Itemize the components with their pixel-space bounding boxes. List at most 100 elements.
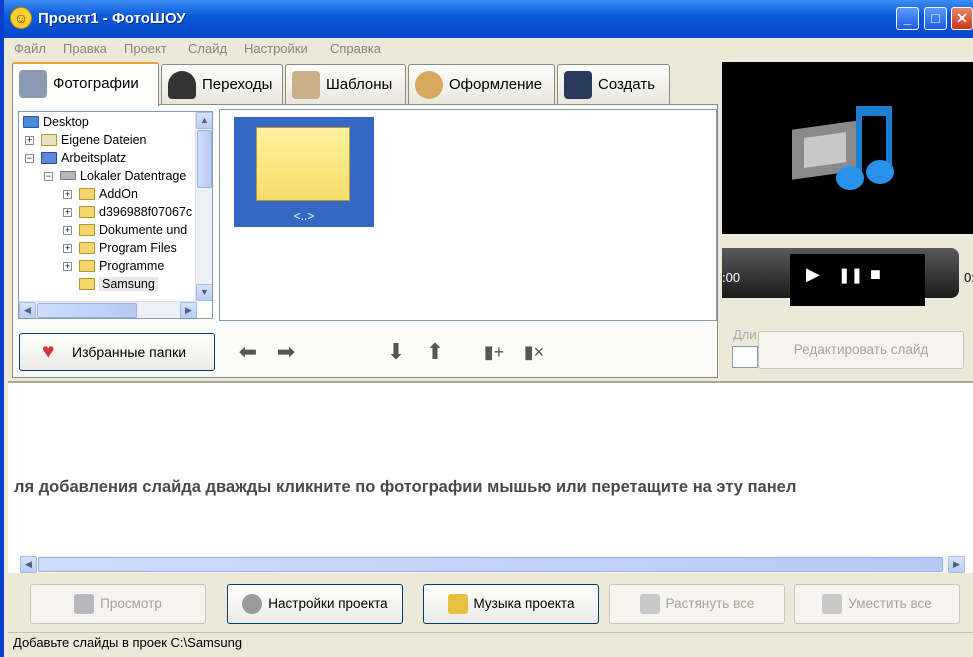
- tree-node-eigene-dateien[interactable]: + Eigene Dateien: [25, 131, 146, 149]
- arrow-left-icon[interactable]: ⬅: [235, 339, 261, 365]
- scroll-thumb[interactable]: [37, 303, 137, 318]
- music-folder-icon: [447, 594, 468, 615]
- fit-all-button[interactable]: Уместить все: [794, 584, 960, 624]
- folder-icon: [256, 127, 350, 201]
- photo-thumbnail-parent-folder[interactable]: <..>: [234, 117, 374, 227]
- folder-icon: [79, 242, 95, 254]
- stretch-all-button[interactable]: Растянуть все: [609, 584, 785, 624]
- preview-label: Просмотр: [100, 596, 162, 611]
- tree-node-label: Desktop: [43, 115, 89, 129]
- minimize-button[interactable]: _: [896, 7, 919, 30]
- photo-browser[interactable]: <..>: [219, 109, 717, 321]
- scroll-thumb[interactable]: [197, 130, 212, 188]
- app-window: ☺ Проект1 - ФотоШОУ _ □ ✕ Файл Правка Пр…: [0, 0, 973, 657]
- tree-node-label: Eigene Dateien: [61, 133, 147, 147]
- preview-button[interactable]: Просмотр: [30, 584, 206, 624]
- folder-icon: [79, 224, 95, 236]
- video-camera-icon: [564, 71, 592, 99]
- tree-node-program-files[interactable]: + Program Files: [63, 239, 177, 257]
- slide-strip[interactable]: ля добавления слайда дважды кликните по …: [8, 381, 973, 573]
- window-title: Проект1 - ФотоШОУ: [38, 10, 186, 27]
- menu-project[interactable]: Проект: [124, 41, 167, 56]
- computer-icon: [41, 152, 57, 164]
- tab-design-label: Оформление: [449, 76, 543, 93]
- tree-node-label: Program Files: [99, 241, 177, 255]
- strip-horizontal-scrollbar[interactable]: ◀ ▶: [20, 556, 965, 573]
- tab-create[interactable]: Создать: [557, 64, 670, 104]
- menu-bar: Файл Правка Проект Слайд Настройки Справ…: [4, 38, 973, 58]
- expand-toggle[interactable]: +: [63, 226, 72, 235]
- book-icon: [292, 71, 320, 99]
- tree-node-label: AddOn: [99, 187, 138, 201]
- collapse-toggle[interactable]: −: [25, 154, 34, 163]
- film-music-icon: [792, 106, 894, 190]
- tab-templates[interactable]: Шаблоны: [285, 64, 406, 104]
- gear-icon: [242, 594, 263, 615]
- scroll-right-button[interactable]: ▶: [948, 556, 965, 573]
- menu-file[interactable]: Файл: [14, 41, 46, 56]
- scroll-down-button[interactable]: ▼: [196, 284, 212, 301]
- arrow-right-icon[interactable]: ➡: [273, 339, 299, 365]
- favorite-folders-button[interactable]: ♥ Избранные папки: [19, 333, 215, 371]
- tree-horizontal-scrollbar[interactable]: ◀ ▶: [19, 301, 197, 318]
- expand-toggle[interactable]: +: [25, 136, 34, 145]
- scroll-left-button[interactable]: ◀: [19, 302, 36, 318]
- title-bar[interactable]: ☺ Проект1 - ФотоШОУ _ □ ✕: [4, 0, 973, 38]
- arrow-down-icon[interactable]: ⬇: [383, 339, 409, 365]
- tree-node-d396[interactable]: + d396988f07067c: [63, 203, 192, 221]
- player-controls: ▶ ❚❚ ■ :00 0:: [722, 248, 973, 306]
- scroll-right-button[interactable]: ▶: [180, 302, 197, 318]
- scroll-up-button[interactable]: ▲: [196, 112, 212, 129]
- tree-node-desktop[interactable]: Desktop: [23, 113, 89, 131]
- menu-slide[interactable]: Слайд: [188, 41, 227, 56]
- expand-toggle[interactable]: +: [63, 262, 72, 271]
- tree-node-addon[interactable]: + AddOn: [63, 185, 138, 203]
- tree-node-programme[interactable]: + Programme: [63, 257, 164, 275]
- close-button[interactable]: ✕: [951, 7, 973, 30]
- maximize-button[interactable]: □: [924, 7, 947, 30]
- expand-toggle[interactable]: +: [63, 244, 72, 253]
- duration-input[interactable]: [732, 346, 758, 368]
- menu-settings[interactable]: Настройки: [244, 41, 308, 56]
- tree-node-local-drive[interactable]: − Lokaler Datentrage: [44, 167, 186, 185]
- fit-icon: [822, 594, 843, 615]
- tree-vertical-scrollbar[interactable]: ▲ ▼: [195, 112, 212, 301]
- tree-node-dokumente[interactable]: + Dokumente und: [63, 221, 187, 239]
- stop-button[interactable]: ■: [870, 264, 881, 285]
- play-button[interactable]: ▶: [806, 264, 820, 285]
- expand-toggle[interactable]: +: [63, 208, 72, 217]
- add-slide-icon[interactable]: ▮+: [481, 339, 507, 365]
- tab-transitions-label: Переходы: [202, 76, 273, 93]
- tab-photos-label: Фотографии: [53, 75, 139, 92]
- menu-help[interactable]: Справка: [330, 41, 381, 56]
- time-total: 0:: [964, 270, 973, 285]
- project-settings-button[interactable]: Настройки проекта: [227, 584, 403, 624]
- duration-label: Дли: [733, 327, 757, 342]
- scroll-left-button[interactable]: ◀: [20, 556, 37, 573]
- arrow-up-icon[interactable]: ⬆: [422, 339, 448, 365]
- pause-button[interactable]: ❚❚: [838, 266, 863, 284]
- monitor-icon: [74, 594, 95, 615]
- stretch-all-label: Растянуть все: [665, 596, 755, 611]
- tab-photos[interactable]: Фотографии: [12, 62, 159, 106]
- scroll-thumb[interactable]: [38, 557, 943, 572]
- tree-node-samsung[interactable]: Samsung: [79, 275, 158, 293]
- collapse-toggle[interactable]: −: [44, 172, 53, 181]
- remove-slide-icon[interactable]: ▮×: [521, 339, 547, 365]
- folder-tree[interactable]: Desktop + Eigene Dateien − Arbeitsplatz …: [18, 111, 213, 319]
- drive-icon: [60, 171, 76, 180]
- edit-slide-button[interactable]: Редактировать слайд: [758, 331, 964, 369]
- slide-strip-hint: ля добавления слайда дважды кликните по …: [14, 478, 797, 496]
- thumbnail-label: <..>: [293, 209, 315, 223]
- heart-icon: ♥: [42, 340, 55, 363]
- menu-edit[interactable]: Правка: [63, 41, 107, 56]
- folder-icon: [79, 206, 95, 218]
- tab-transitions[interactable]: Переходы: [161, 64, 283, 104]
- photos-tab-panel: Desktop + Eigene Dateien − Arbeitsplatz …: [12, 104, 718, 378]
- stretch-icon: [639, 594, 660, 615]
- project-music-button[interactable]: Музыка проекта: [423, 584, 599, 624]
- tree-node-label: Lokaler Datentrage: [80, 169, 187, 183]
- expand-toggle[interactable]: +: [63, 190, 72, 199]
- tab-design[interactable]: Оформление: [408, 64, 555, 104]
- tree-node-arbeitsplatz[interactable]: − Arbeitsplatz: [25, 149, 126, 167]
